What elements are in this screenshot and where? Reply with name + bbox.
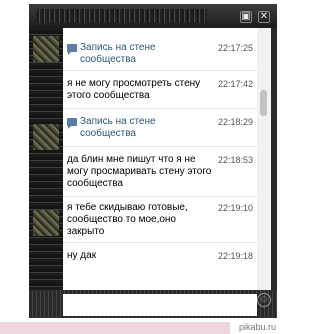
titlebar[interactable]: ▣ ✕ — [29, 4, 277, 28]
message-text: Запись на стене сообщества — [80, 116, 156, 139]
message-text: я не могу просмотреть стену этого сообще… — [67, 78, 201, 101]
message-item: я не могу просмотреть стену этого сообще… — [63, 78, 257, 102]
scrollbar[interactable] — [257, 28, 271, 290]
chat-window: ▣ ✕ Запись на стене сообщества 22:17:25 … — [29, 4, 277, 318]
message-item: ну дак 22:19:18 — [63, 250, 257, 262]
restore-icon[interactable]: ▣ — [240, 11, 252, 23]
divider — [63, 146, 257, 147]
avatar-column — [29, 28, 63, 290]
wall-post-icon — [67, 44, 77, 55]
divider — [63, 242, 257, 243]
message-text: я тебе скидываю готовые, сообщество то м… — [67, 202, 188, 237]
divider — [63, 70, 257, 71]
wall-post-link[interactable]: Запись на стене сообщества — [67, 42, 213, 66]
message-time: 22:18:53 — [217, 155, 253, 165]
avatar[interactable] — [33, 210, 59, 236]
message-time: 22:17:42 — [217, 79, 253, 89]
message-list: Запись на стене сообщества 22:17:25 я не… — [63, 28, 257, 290]
avatar[interactable] — [33, 36, 59, 62]
watermark: pikabu.ru — [238, 322, 276, 332]
close-icon[interactable]: ✕ — [258, 11, 270, 23]
avatar[interactable] — [33, 124, 59, 150]
smile-icon[interactable]: ☺ — [257, 293, 271, 307]
message-text: да блин мне пишут что я не могу просмари… — [67, 154, 212, 189]
message-item: я тебе скидываю готовые, сообщество то м… — [63, 202, 257, 238]
message-time: 22:18:29 — [217, 117, 253, 127]
message-text: ну дак — [67, 250, 97, 261]
message-item: Запись на стене сообщества 22:18:29 — [63, 116, 257, 140]
window-title — [37, 9, 207, 23]
message-input[interactable] — [63, 294, 257, 316]
message-time: 22:19:10 — [217, 203, 253, 213]
wall-post-icon — [67, 118, 77, 129]
scrollbar-thumb[interactable] — [260, 90, 267, 116]
wall-post-link[interactable]: Запись на стене сообщества — [67, 116, 213, 140]
message-text: Запись на стене сообщества — [80, 42, 156, 65]
divider — [63, 108, 257, 109]
message-item: Запись на стене сообщества 22:17:25 — [63, 42, 257, 66]
message-time: 22:17:25 — [217, 43, 253, 53]
composer-bar: ☺ — [29, 290, 277, 318]
background-strip — [0, 322, 230, 334]
message-time: 22:19:18 — [217, 251, 253, 261]
message-item: да блин мне пишут что я не могу просмари… — [63, 154, 257, 190]
divider — [63, 196, 257, 197]
